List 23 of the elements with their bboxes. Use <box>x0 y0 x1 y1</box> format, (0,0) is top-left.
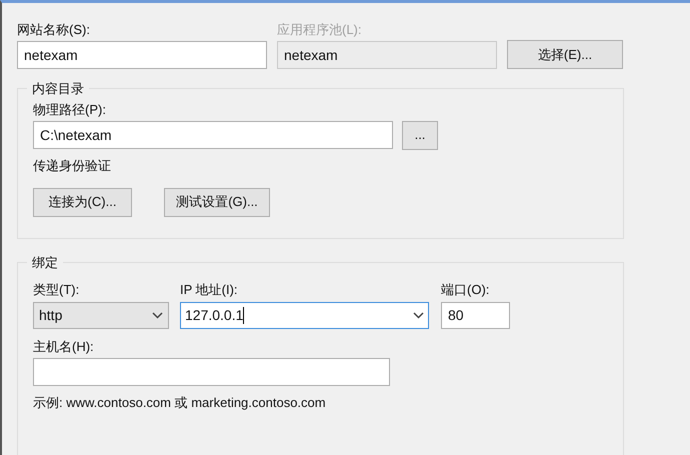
host-name-field[interactable] <box>33 358 390 386</box>
physical-path-field[interactable]: C:\netexam <box>33 120 393 148</box>
port-label: 端口(O): <box>441 280 490 298</box>
chevron-down-icon <box>152 312 163 318</box>
group-title: 内容目录 <box>31 80 85 98</box>
app-pool-label: 应用程序池(L): <box>277 21 362 39</box>
group-title: 绑定 <box>31 254 59 272</box>
example-hint: 示例: www.contoso.com 或 marketing.contoso.com <box>33 394 327 412</box>
host-name-label: 主机名(H): <box>33 338 95 356</box>
physical-path-label: 物理路径(P): <box>33 100 107 118</box>
browse-button[interactable]: ... <box>402 120 438 150</box>
type-label: 类型(T): <box>33 280 80 298</box>
pass-through-auth-label: 传递身份验证 <box>33 156 112 174</box>
site-name-field[interactable]: netexam <box>17 41 267 69</box>
test-settings-button[interactable]: 测试设置(G)... <box>164 188 270 216</box>
port-field[interactable]: 80 <box>441 302 510 328</box>
ip-address-label: IP 地址(I): <box>180 280 239 298</box>
connect-as-button[interactable]: 连接为(C)... <box>33 188 132 216</box>
ip-address-combobox[interactable]: 127.0.0.1 <box>180 302 429 328</box>
chevron-down-icon <box>413 312 424 318</box>
type-dropdown[interactable]: http <box>33 302 169 328</box>
site-name-label: 网站名称(S): <box>17 21 91 39</box>
select-button[interactable]: 选择(E)... <box>507 40 623 69</box>
